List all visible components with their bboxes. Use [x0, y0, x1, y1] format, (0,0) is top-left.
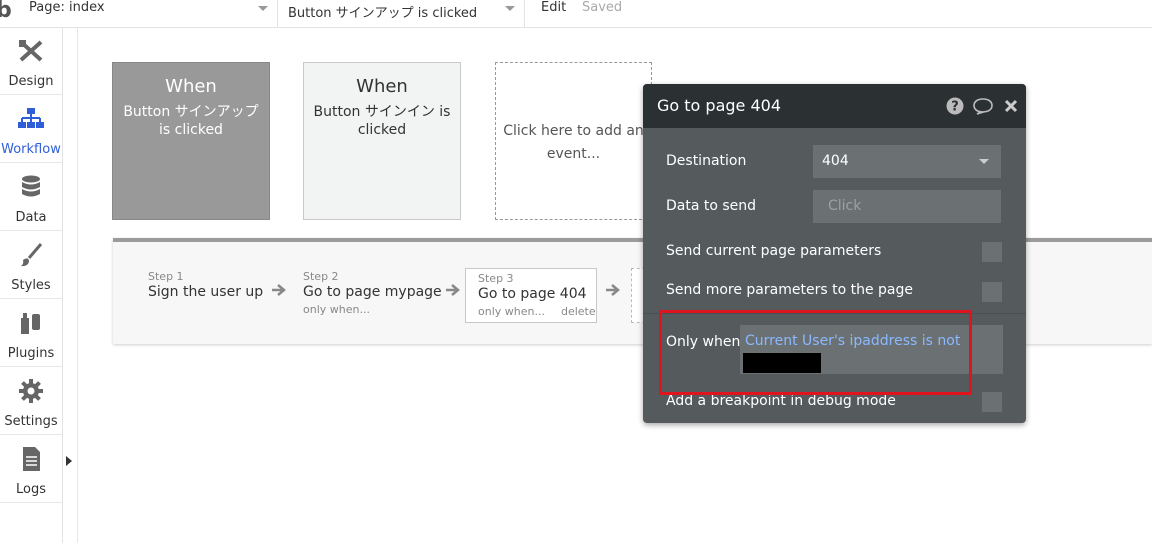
expand-sidebar-arrow-icon[interactable]: [66, 456, 72, 466]
workflow-icon: [18, 108, 44, 128]
event-selector-label: Button サインアップ is clicked: [288, 6, 478, 21]
divider: [77, 28, 78, 543]
data-to-send-label: Data to send: [666, 198, 757, 214]
svg-text:?: ?: [951, 100, 959, 115]
edit-menu[interactable]: Edit: [541, 0, 566, 15]
sidebar-item-plugins[interactable]: Plugins: [0, 300, 62, 367]
help-icon[interactable]: ?: [946, 97, 964, 115]
arrow-right-icon: [272, 284, 286, 296]
arrow-right-icon: [446, 284, 460, 296]
chevron-down-icon: [979, 159, 989, 164]
styles-icon: [21, 243, 43, 267]
save-status: Saved: [582, 0, 623, 15]
logs-icon: [23, 447, 40, 471]
delete-step-link[interactable]: delete: [561, 305, 596, 318]
left-sidebar: Design Workflow Data Styles Plugins Sett…: [0, 28, 63, 543]
chevron-down-icon: [505, 6, 515, 11]
page-selector-label: Page: index: [29, 0, 105, 15]
step-3[interactable]: Step 3 Go to page 404 only when... delete: [465, 268, 597, 323]
sidebar-item-label: Logs: [16, 482, 46, 497]
step-number: Step 2: [303, 270, 339, 283]
annotation-highlight-box: [659, 310, 972, 395]
breakpoint-checkbox[interactable]: [982, 392, 1002, 412]
send-current-params-label: Send current page parameters: [666, 243, 882, 259]
chevron-down-icon: [258, 6, 268, 11]
sidebar-item-label: Settings: [4, 414, 58, 429]
sidebar-item-label: Plugins: [7, 346, 55, 361]
sidebar-item-label: Data: [15, 210, 47, 225]
step-title: Go to page 404: [478, 286, 587, 302]
sidebar-item-styles[interactable]: Styles: [0, 232, 62, 299]
destination-dropdown[interactable]: 404: [813, 145, 1001, 178]
sidebar-item-settings[interactable]: Settings: [0, 368, 62, 435]
add-event-card[interactable]: Click here to add an event...: [495, 62, 652, 220]
step-2[interactable]: Step 2 Go to page mypage only when...: [303, 270, 442, 316]
step-number: Step 1: [148, 270, 184, 283]
step-condition-hint: only when...: [478, 305, 545, 318]
data-to-send-field[interactable]: Click: [813, 190, 1001, 223]
event-card-signup[interactable]: When Button サインアップ is clicked: [112, 62, 270, 220]
sidebar-item-label: Workflow: [1, 142, 61, 157]
event-when-label: When: [165, 76, 217, 97]
bubble-logo: b: [0, 0, 12, 23]
send-more-params-checkbox[interactable]: [982, 282, 1002, 302]
comment-icon[interactable]: [972, 97, 994, 115]
event-description: Button サインアップ is clicked: [123, 104, 259, 138]
settings-icon: [19, 379, 43, 403]
arrow-right-icon: [606, 284, 620, 296]
page-selector[interactable]: Page: index: [18, 0, 278, 27]
step-condition-hint: only when...: [303, 303, 370, 316]
step-title: Sign the user up: [148, 284, 264, 300]
step-subline: only when... delete: [478, 305, 596, 318]
breakpoint-label: Add a breakpoint in debug mode: [666, 393, 896, 409]
data-icon: [22, 175, 40, 197]
editor-title: Go to page 404: [657, 96, 782, 115]
sidebar-item-label: Design: [8, 74, 54, 89]
close-icon[interactable]: [1004, 97, 1018, 115]
send-current-params-checkbox[interactable]: [982, 242, 1002, 262]
plugins-icon: [21, 313, 40, 334]
event-selector[interactable]: Button サインアップ is clicked: [279, 0, 525, 27]
destination-value: 404: [822, 153, 849, 169]
step-title: Go to page mypage: [303, 284, 442, 300]
sidebar-item-logs[interactable]: Logs: [0, 436, 62, 503]
event-card-signin[interactable]: When Button サインイン is clicked: [303, 62, 461, 220]
sidebar-item-workflow[interactable]: Workflow: [0, 96, 62, 163]
event-description: Button サインイン is clicked: [313, 104, 451, 138]
step-1[interactable]: Step 1 Sign the user up: [148, 270, 263, 300]
step-number: Step 3: [478, 272, 514, 285]
destination-label: Destination: [666, 153, 747, 169]
design-icon: [19, 40, 43, 62]
editor-header: Go to page 404 ?: [643, 84, 1026, 128]
sidebar-item-data[interactable]: Data: [0, 164, 62, 231]
sidebar-item-design[interactable]: Design: [0, 28, 62, 95]
send-more-params-label: Send more parameters to the page: [666, 282, 913, 298]
event-when-label: When: [356, 76, 408, 97]
sidebar-item-label: Styles: [11, 278, 51, 293]
top-bar: b Page: index Button サインアップ is clicked E…: [0, 0, 1152, 28]
